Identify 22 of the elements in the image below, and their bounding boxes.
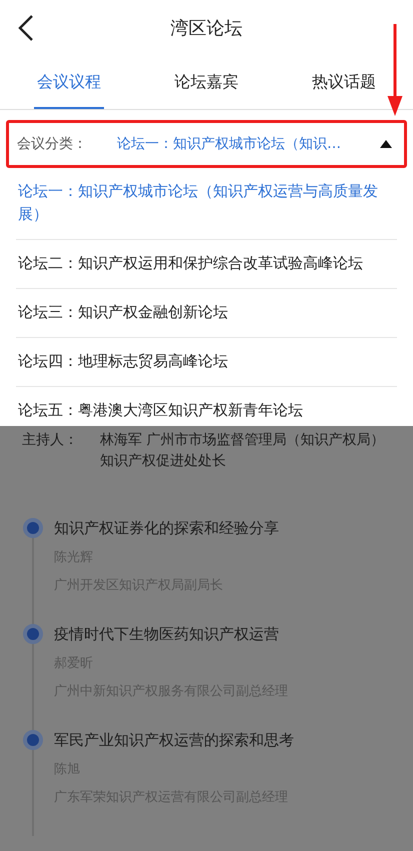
- back-icon: [18, 15, 34, 41]
- talk-title: 疫情时代下生物医药知识产权运营: [54, 624, 280, 644]
- host-label: 主持人：: [22, 431, 79, 450]
- timeline-dot: [23, 730, 43, 750]
- filter-label: 会议分类：: [17, 135, 88, 153]
- tab[interactable]: 会议议程: [0, 55, 138, 109]
- talk-title: 军民产业知识产权运营的探索和思考: [54, 730, 295, 750]
- arrow-icon: [387, 24, 403, 116]
- dropdown-option[interactable]: 论坛二：知识产权运用和保护综合改革试验高峰论坛: [16, 240, 397, 289]
- tab[interactable]: 论坛嘉宾: [138, 55, 276, 109]
- dropdown-option[interactable]: 论坛一：知识产权城市论坛（知识产权运营与高质量发展）: [16, 168, 397, 240]
- dropdown-option[interactable]: 论坛三：知识产权金融创新论坛: [16, 289, 397, 338]
- timeline-dot: [23, 518, 43, 538]
- timeline-dot: [23, 624, 43, 644]
- host-value: 林海军 广州市市场监督管理局（知识产权局）知识产权促进处处长: [100, 431, 386, 471]
- tab[interactable]: 热议话题: [275, 55, 413, 109]
- page-title: 湾区论坛: [170, 16, 242, 40]
- talk-title: 知识产权证券化的探索和经验分享: [54, 518, 280, 538]
- dropdown-option[interactable]: 论坛四：地理标志贸易高峰论坛: [16, 338, 397, 387]
- category-filter[interactable]: 会议分类： 论坛一：知识产权城市论坛（知识…: [6, 120, 407, 168]
- filter-value: 论坛一：知识产权城市论坛（知识…: [117, 135, 342, 153]
- dropdown-option[interactable]: 论坛五：粤港澳大湾区知识产权新青年论坛: [16, 387, 397, 426]
